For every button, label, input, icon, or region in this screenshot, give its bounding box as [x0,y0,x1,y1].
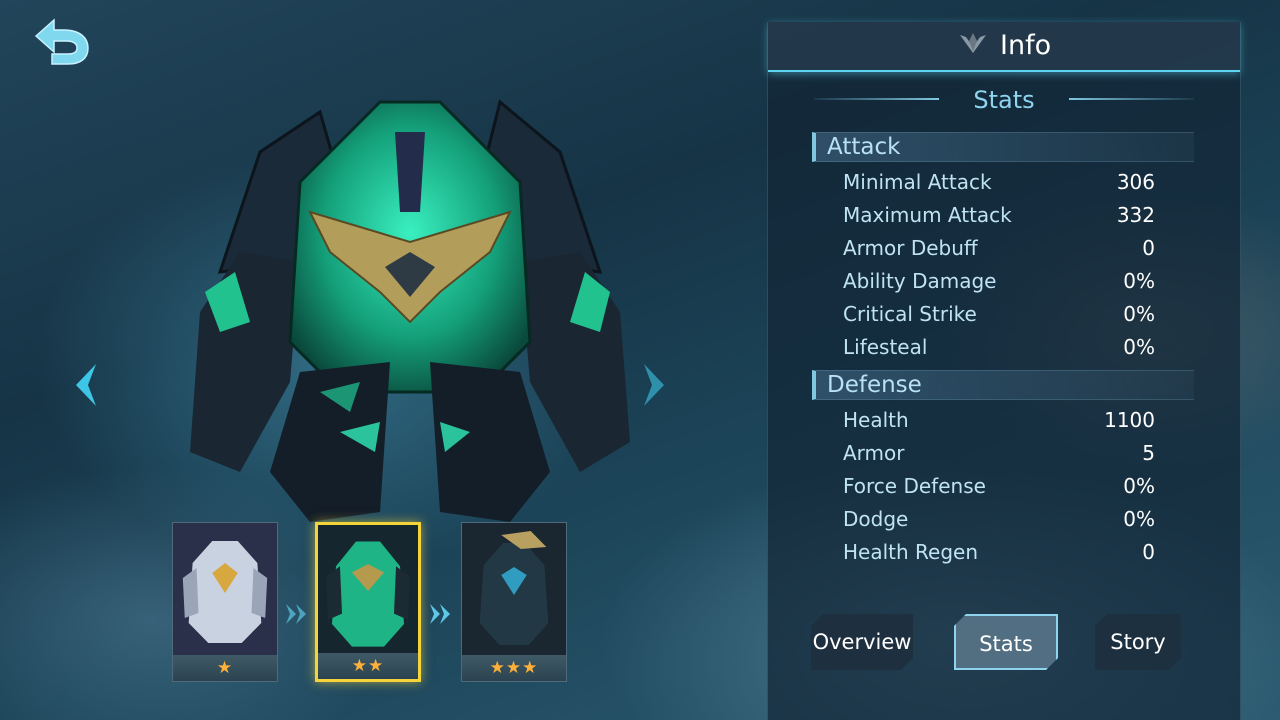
tab-stats[interactable]: Stats [954,614,1058,670]
star-rating: ★★ [318,653,418,679]
stat-value: 0% [1123,269,1155,293]
hero-portrait-1 [173,523,277,657]
section-title: Attack [827,134,901,160]
stat-value: 0% [1123,302,1155,326]
evolve-arrow-icon [428,600,456,628]
stat-row-minimal-attack: Minimal Attack 306 [843,166,1155,199]
stat-row-critical-strike: Critical Strike 0% [843,298,1155,331]
defense-section-header: Defense [812,370,1194,400]
hero-model[interactable] [180,92,640,532]
stats-subheader: Stats [814,86,1194,116]
stat-value: 1100 [1104,408,1155,432]
tab-overview[interactable]: Overview [811,614,913,670]
stat-label: Maximum Attack [843,203,1012,227]
stat-label: Armor [843,441,905,465]
tab-story[interactable]: Story [1095,614,1181,670]
stat-label: Health [843,408,909,432]
stat-label: Minimal Attack [843,170,992,194]
stat-row-lifesteal: Lifesteal 0% [843,331,1155,364]
stat-label: Dodge [843,507,909,531]
stat-value: 0 [1142,540,1155,564]
stats-subtitle: Stats [973,86,1035,114]
panel-title: Info [1000,30,1052,61]
panel-header: Info [768,22,1240,72]
back-button[interactable] [30,16,94,68]
stat-value: 0% [1123,335,1155,359]
next-hero-button[interactable] [640,360,670,410]
stat-label: Health Regen [843,540,979,564]
stat-value: 0 [1142,236,1155,260]
star-rating: ★ [173,655,277,681]
stat-row-health-regen: Health Regen 0 [843,536,1155,569]
previous-hero-button[interactable] [70,360,100,410]
chevron-left-icon [76,364,96,406]
stat-row-dodge: Dodge 0% [843,503,1155,536]
stat-value: 0% [1123,474,1155,498]
stat-label: Lifesteal [843,335,928,359]
attack-section-header: Attack [812,132,1194,162]
stat-label: Armor Debuff [843,236,978,260]
stat-label: Force Defense [843,474,986,498]
stat-label: Critical Strike [843,302,977,326]
chevron-right-icon [644,364,664,406]
evolution-card-3[interactable]: ★★★ [461,522,567,682]
back-arrow-icon [34,18,89,65]
stat-label: Ability Damage [843,269,997,293]
divider [1069,98,1194,100]
stat-row-armor-debuff: Armor Debuff 0 [843,232,1155,265]
evolution-card-1[interactable]: ★ [172,522,278,682]
stat-row-health: Health 1100 [843,404,1155,437]
hero-portrait-3 [462,523,566,657]
evolution-card-2[interactable]: ★★ [315,522,421,682]
stat-value: 0% [1123,507,1155,531]
stat-value: 5 [1142,441,1155,465]
stone-golem-figure [190,99,630,522]
hero-portrait-2 [318,525,418,659]
stat-row-ability-damage: Ability Damage 0% [843,265,1155,298]
stat-row-armor: Armor 5 [843,437,1155,470]
evolve-arrow-icon [284,600,312,628]
stat-value: 332 [1116,203,1155,227]
info-panel: Info Stats Attack Minimal Attack 306 Max… [767,22,1241,720]
stat-row-maximum-attack: Maximum Attack 332 [843,199,1155,232]
stat-row-force-defense: Force Defense 0% [843,470,1155,503]
section-title: Defense [827,372,922,398]
stat-value: 306 [1116,170,1155,194]
wings-emblem-icon [960,33,986,53]
star-rating: ★★★ [462,655,566,681]
